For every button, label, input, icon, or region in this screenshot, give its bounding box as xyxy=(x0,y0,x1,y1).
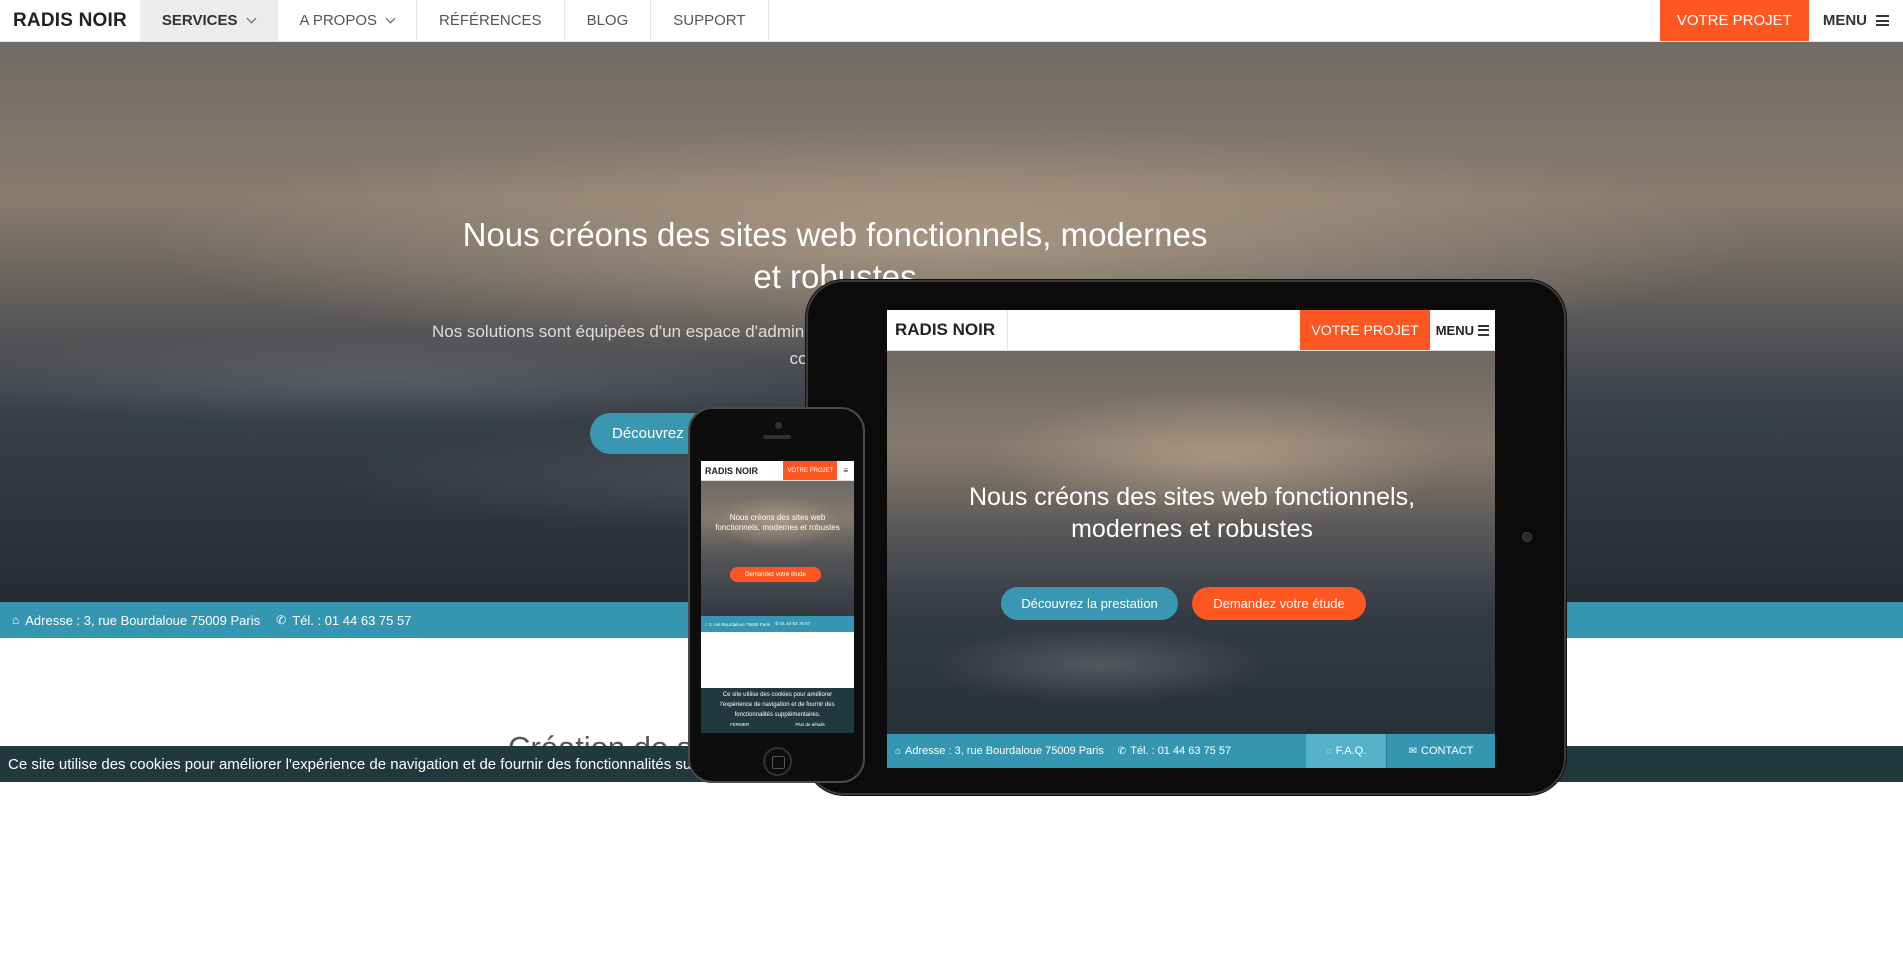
tablet-menu-label: MENU xyxy=(1435,322,1474,338)
hamburger-icon xyxy=(1876,13,1889,29)
hamburger-icon: ≡ xyxy=(843,466,848,475)
menu-label: MENU xyxy=(1822,12,1867,29)
tablet-contact-label: CONTACT xyxy=(1421,745,1474,757)
nav-item-blog[interactable]: BLOG xyxy=(565,0,652,41)
tablet-hero-title: Nous créons des sites web fonctionnels, … xyxy=(968,483,1416,543)
tablet-address: ⌂ Adresse : 3, rue Bourdaloue 75009 Pari… xyxy=(895,745,1104,757)
phone-screen: RADIS NOIR VOTRE PROJET ≡ Nous créons de… xyxy=(701,461,854,733)
votre-projet-button[interactable]: VOTRE PROJET xyxy=(1659,0,1809,41)
phone-hero: Nous créons des sites web fonctionnels, … xyxy=(701,481,854,616)
main-nav: SERVICES A PROPOS RÉFÉRENCES BLOG SUPPOR… xyxy=(139,0,769,41)
tablet-header: RADIS NOIR VOTRE PROJET MENU xyxy=(887,310,1495,351)
chat-icon: ◌ xyxy=(1325,745,1332,757)
chevron-down-icon xyxy=(246,13,256,24)
phone-cookie-text: Ce site utilise des cookies pour amélior… xyxy=(720,692,835,718)
menu-button[interactable]: MENU xyxy=(1809,0,1903,41)
phone-home-button xyxy=(763,747,792,776)
home-icon: ⌂ xyxy=(895,745,902,757)
tablet-address-text: Adresse : 3, rue Bourdaloue 75009 Paris xyxy=(905,745,1104,757)
phone-text: Tél. : 01 44 63 75 57 xyxy=(292,612,412,628)
tablet-discover-button: Découvrez la prestation xyxy=(1001,587,1178,620)
phone-projet-button: VOTRE PROJET xyxy=(783,461,838,480)
tablet-screen: RADIS NOIR VOTRE PROJET MENU Nous créons… xyxy=(887,310,1495,768)
phone-request-button: Demandez votre étude xyxy=(730,567,821,582)
top-navigation: RADIS NOIR SERVICES A PROPOS RÉFÉRENCES … xyxy=(0,0,1903,42)
phone-icon: ✆ xyxy=(1117,745,1127,757)
address-item: ⌂ Adresse : 3, rue Bourdaloue 75009 Pari… xyxy=(12,613,260,628)
phone-address: ⌂ 3, rue Bourdaloue 75009 Paris xyxy=(705,621,771,627)
tablet-mockup: RADIS NOIR VOTRE PROJET MENU Nous créons… xyxy=(806,280,1566,795)
tablet-camera xyxy=(1522,532,1532,542)
phone-camera xyxy=(775,422,782,429)
nav-item-services[interactable]: SERVICES xyxy=(139,0,278,41)
home-icon: ⌂ xyxy=(12,613,20,627)
phone-phone-text: 01 44 63 75 57 xyxy=(780,621,811,626)
nav-item-a-propos[interactable]: A PROPOS xyxy=(278,0,418,41)
phone-speaker xyxy=(763,435,791,439)
address-text: Adresse : 3, rue Bourdaloue 75009 Paris xyxy=(25,612,261,628)
phone-phone: ✆ 01 44 63 75 57 xyxy=(775,621,811,626)
nav-item-label: SERVICES xyxy=(161,12,238,29)
nav-item-label: BLOG xyxy=(586,12,629,29)
nav-item-label: A PROPOS xyxy=(299,12,378,29)
phone-hero-title: Nous créons des sites web fonctionnels, … xyxy=(715,513,840,532)
tablet-faq-button: ◌ F.A.Q. xyxy=(1306,734,1386,768)
phone-infobar: ⌂ 3, rue Bourdaloue 75009 Paris ✆ 01 44 … xyxy=(701,616,854,632)
nav-item-references[interactable]: RÉFÉRENCES xyxy=(417,0,565,41)
envelope-icon: ✉ xyxy=(1408,745,1418,757)
phone-mockup: RADIS NOIR VOTRE PROJET ≡ Nous créons de… xyxy=(688,407,865,783)
tablet-phone-text: Tél. : 01 44 63 75 57 xyxy=(1130,745,1232,757)
nav-item-label: SUPPORT xyxy=(673,12,746,29)
tablet-faq-label: F.A.Q. xyxy=(1335,745,1367,757)
chevron-down-icon xyxy=(385,13,396,24)
tablet-request-button: Demandez votre étude xyxy=(1192,587,1366,620)
hamburger-icon xyxy=(1478,322,1489,338)
brand-logo[interactable]: RADIS NOIR xyxy=(0,0,140,41)
tablet-infobar: ⌂ Adresse : 3, rue Bourdaloue 75009 Pari… xyxy=(887,734,1495,768)
tablet-menu-button: MENU xyxy=(1430,310,1495,350)
tablet-projet-button: VOTRE PROJET xyxy=(1300,310,1430,350)
tablet-phone: ✆ Tél. : 01 44 63 75 57 xyxy=(1118,745,1231,757)
phone-address-text: 3, rue Bourdaloue 75009 Paris xyxy=(708,621,771,627)
cookie-text: Ce site utilise des cookies pour amélior… xyxy=(8,755,790,773)
nav-item-support[interactable]: SUPPORT xyxy=(651,0,769,41)
phone-brand: RADIS NOIR xyxy=(705,465,759,476)
tablet-contact-button: ✉ CONTACT xyxy=(1386,734,1495,768)
phone-cookie-more: Plus de détails xyxy=(795,722,825,727)
tablet-brand: RADIS NOIR xyxy=(887,310,1009,350)
phone-cookie-banner: Ce site utilise des cookies pour amélior… xyxy=(701,688,854,733)
tablet-hero: Nous créons des sites web fonctionnels, … xyxy=(887,351,1495,734)
nav-item-label: RÉFÉRENCES xyxy=(439,12,542,29)
phone-cookie-close: FERMER xyxy=(730,722,750,727)
phone-header: RADIS NOIR VOTRE PROJET ≡ xyxy=(701,461,854,481)
phone-item[interactable]: ✆ Tél. : 01 44 63 75 57 xyxy=(276,613,411,628)
phone-icon: ✆ xyxy=(276,613,287,627)
phone-cookie-actions: FERMER Plus de détails xyxy=(707,720,848,730)
